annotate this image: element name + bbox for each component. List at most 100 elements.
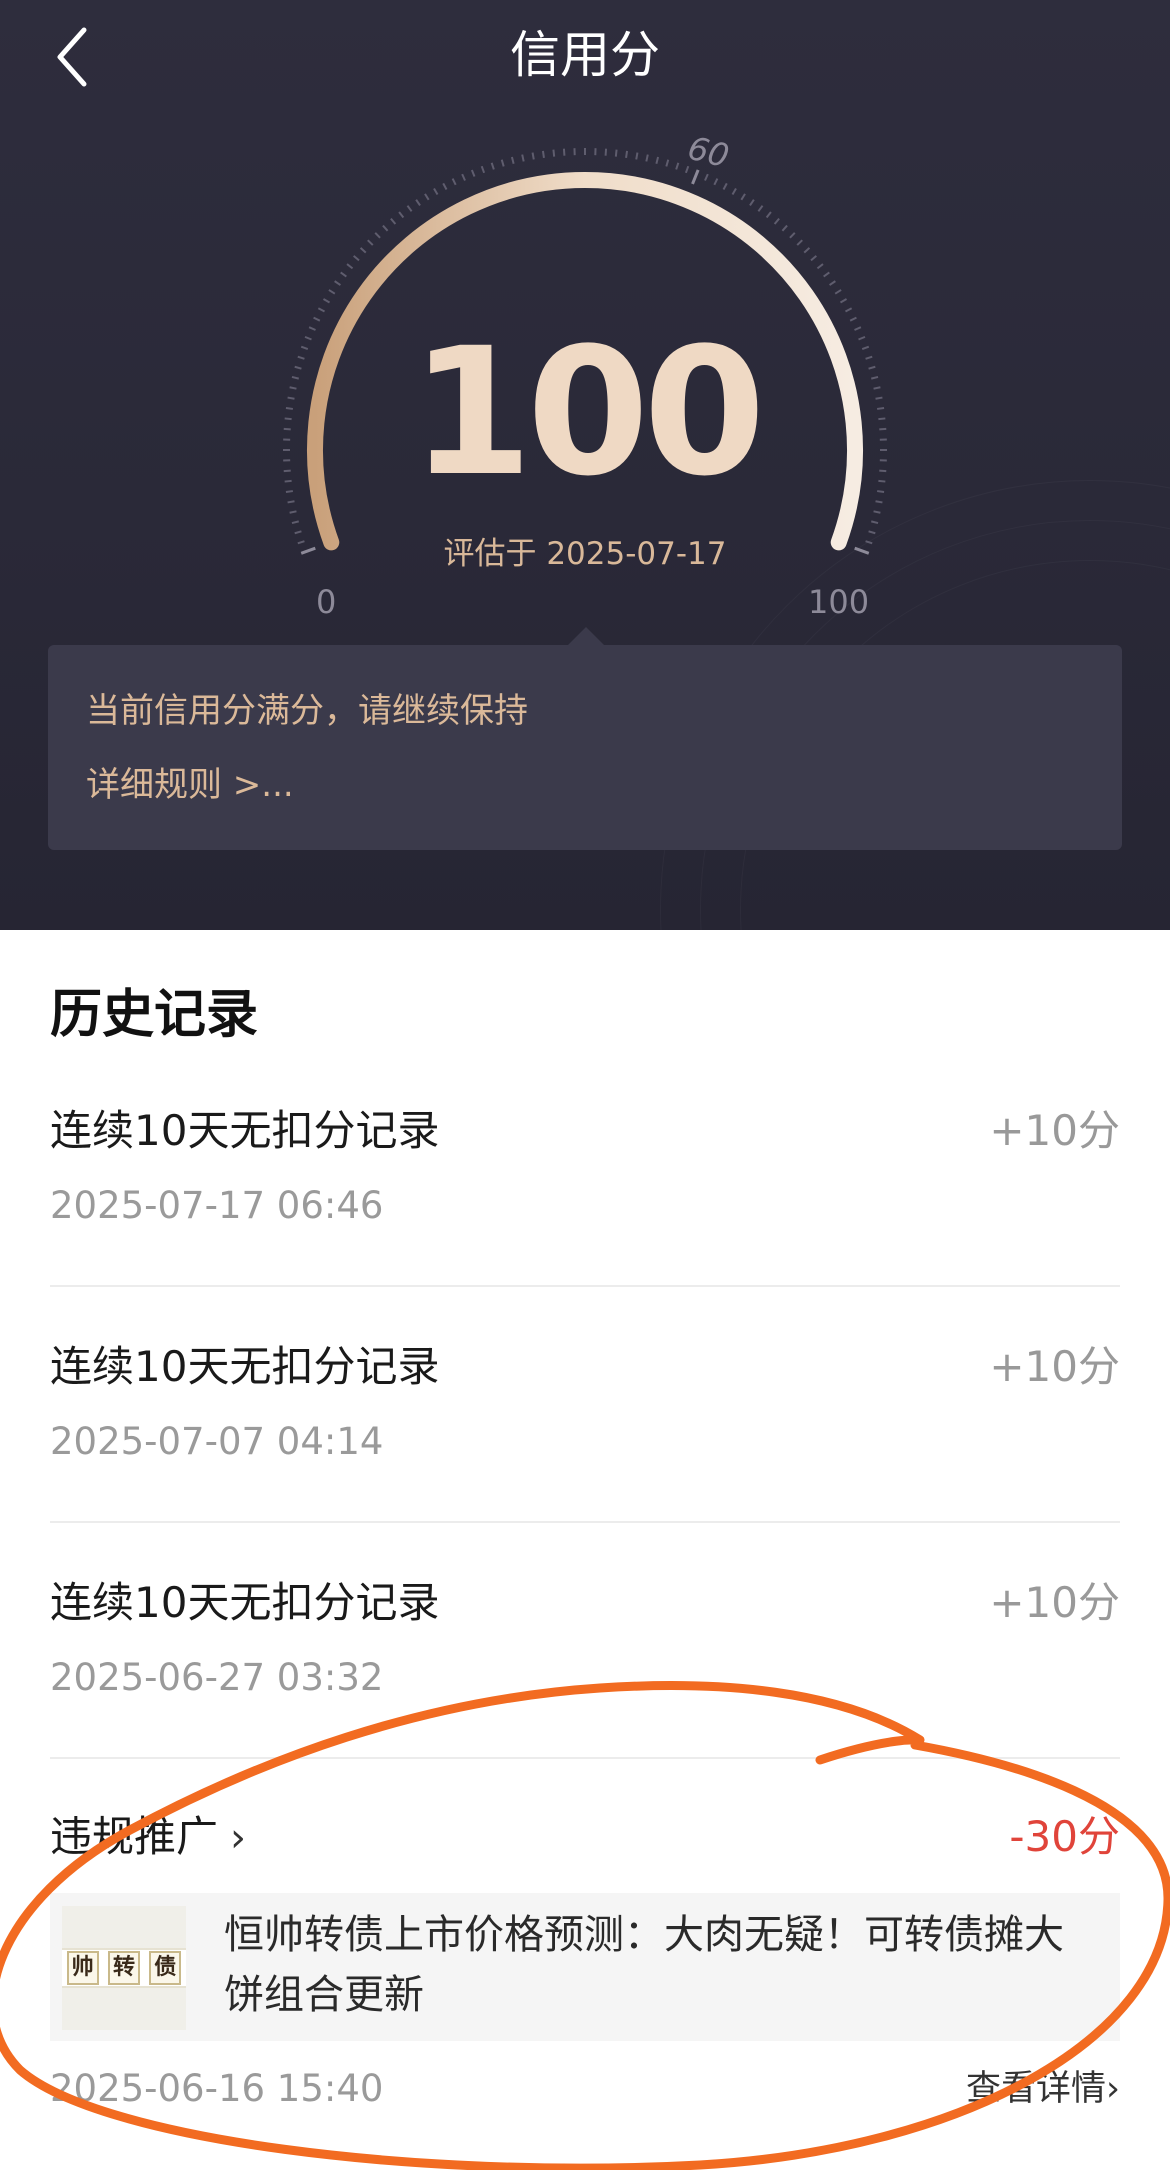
- gauge-tick: [291, 520, 300, 525]
- rules-link[interactable]: 详细规则 >...: [86, 763, 294, 807]
- gauge-tick: [490, 162, 495, 170]
- tip-arrow: [566, 627, 606, 647]
- gauge-tick: [614, 149, 618, 157]
- gauge-tick: [749, 199, 755, 206]
- gauge-tick: [845, 307, 853, 313]
- gauge-tick: [691, 169, 700, 185]
- gauge-tick: [722, 182, 728, 190]
- thumb-char: 债: [149, 1951, 182, 1985]
- gauge-tick: [665, 159, 670, 167]
- gauge-tick: [334, 280, 341, 286]
- gauge-max-label: 100: [808, 583, 870, 621]
- history-record: 连续10天无扣分记录 +10分 2025-07-07 04:14: [50, 1339, 1120, 1463]
- gauge-tick: [510, 156, 515, 165]
- record-title: 连续10天无扣分记录: [50, 1342, 440, 1391]
- record-score: -30分: [1009, 1812, 1120, 1861]
- gauge-tick: [406, 205, 413, 212]
- gauge-tick: [433, 187, 439, 196]
- record-date: 2025-07-17 06:46: [50, 1184, 384, 1227]
- violation-date-row: 2025-06-16 15:40: [50, 2064, 650, 2114]
- credit-score: 100: [410, 310, 765, 515]
- gauge-tick: [816, 263, 824, 270]
- view-detail-link[interactable]: 查看详情›: [966, 2064, 1120, 2114]
- gauge-tick: [461, 173, 466, 181]
- gauge-tick: [757, 205, 764, 212]
- history-record: 连续10天无扣分记录 +10分 2025-07-17 06:46: [50, 1103, 1120, 1227]
- gauge-tick: [870, 520, 879, 525]
- gauge-tick: [346, 263, 354, 270]
- gauge-tick: [382, 224, 389, 232]
- gauge-tick: [353, 255, 360, 262]
- record-date: 2025-06-27 03:32: [50, 1656, 384, 1699]
- record-score: +10分: [989, 1578, 1120, 1627]
- gauge-tick: [322, 298, 331, 304]
- gauge-tick: [740, 193, 746, 201]
- gauge-tick: [442, 182, 448, 190]
- record-date: 2025-07-07 04:14: [50, 1420, 384, 1463]
- evaluation-date: 评估于 2025-07-17: [443, 536, 727, 572]
- article-title: 恒帅转债上市价格预测：大肉无疑！可转债摊大饼组合更新: [224, 1912, 1064, 2018]
- gauge-tick: [398, 211, 405, 219]
- divider: [50, 1757, 1120, 1759]
- record-title: 连续10天无扣分记录: [50, 1578, 440, 1627]
- gauge-tick: [873, 510, 881, 514]
- gauge-tick: [635, 152, 639, 160]
- tip-box: [48, 645, 1122, 850]
- record-title-row[interactable]: 违规推广 ›: [50, 1809, 246, 1866]
- gauge-tick: [500, 159, 505, 167]
- thumb-char: 帅: [66, 1951, 99, 1985]
- gauge-tick: [829, 280, 836, 286]
- gauge-tick: [839, 298, 848, 304]
- record-date: 2025-06-16 15:40: [50, 2067, 384, 2110]
- gauge-tick: [625, 150, 629, 159]
- gauge-tick: [480, 165, 486, 174]
- gauge-tick: [834, 289, 842, 295]
- gauge-min-label: 0: [316, 583, 337, 621]
- record-title: 违规推广: [50, 1812, 219, 1861]
- gauge-tick: [675, 162, 680, 170]
- gauge-tick: [655, 156, 660, 165]
- divider: [50, 1285, 1120, 1287]
- gauge-tick: [796, 239, 803, 246]
- gauge-tick: [713, 178, 719, 186]
- gauge-tick: [340, 271, 347, 278]
- violation-article-card[interactable]: 帅 转 债 恒帅转债上市价格预测：大肉无疑！可转债摊大饼组合更新: [50, 1893, 1120, 2041]
- gauge-tick: [704, 173, 709, 181]
- gauge-tick: [328, 289, 336, 295]
- gauge-tick: [765, 211, 772, 219]
- gauge-tick: [424, 193, 430, 201]
- history-title: 历史记录: [50, 985, 259, 1045]
- gauge-tick: [789, 232, 796, 239]
- record-title: 连续10天无扣分记录: [50, 1106, 440, 1155]
- gauge-tick: [289, 510, 297, 514]
- gauge-tick: [470, 169, 476, 177]
- gauge-tick: [773, 218, 780, 225]
- record-score: +10分: [989, 1342, 1120, 1391]
- chevron-right-icon: ›: [1106, 2069, 1120, 2109]
- gauge-tick: [803, 247, 811, 254]
- history-record: 连续10天无扣分记录 +10分 2025-06-27 03:32: [50, 1575, 1120, 1699]
- gauge-tick: [451, 178, 457, 186]
- tip-message: 当前信用分满分，请继续保持: [86, 691, 528, 731]
- chevron-right-icon: ›: [230, 1815, 247, 1861]
- gauge-tick: [390, 218, 397, 225]
- view-detail-label: 查看详情: [965, 2069, 1106, 2109]
- history-record-violation[interactable]: 违规推广 › -30分: [50, 1809, 1120, 1869]
- gauge-tick: [521, 154, 525, 162]
- record-score: +10分: [989, 1106, 1120, 1155]
- gauge-tick: [552, 149, 556, 157]
- gauge-tick: [541, 150, 545, 159]
- gauge-tick: [317, 307, 325, 313]
- divider: [50, 1521, 1120, 1523]
- gauge-tick: [781, 224, 788, 232]
- gauge-tick: [367, 239, 374, 246]
- article-thumbnail: 帅 转 债: [62, 1906, 186, 2030]
- gauge-tick: [810, 255, 817, 262]
- gauge-tick: [823, 271, 830, 278]
- gauge-tick: [415, 199, 421, 206]
- gauge-tick: [359, 247, 367, 254]
- gauge-tick: [374, 232, 381, 239]
- thumb-char: 转: [107, 1951, 140, 1985]
- gauge-tick: [531, 152, 535, 160]
- credit-header: 信用分 100 评估于 2025-07-17 0 100 60 当前信用分满分，…: [0, 0, 1170, 930]
